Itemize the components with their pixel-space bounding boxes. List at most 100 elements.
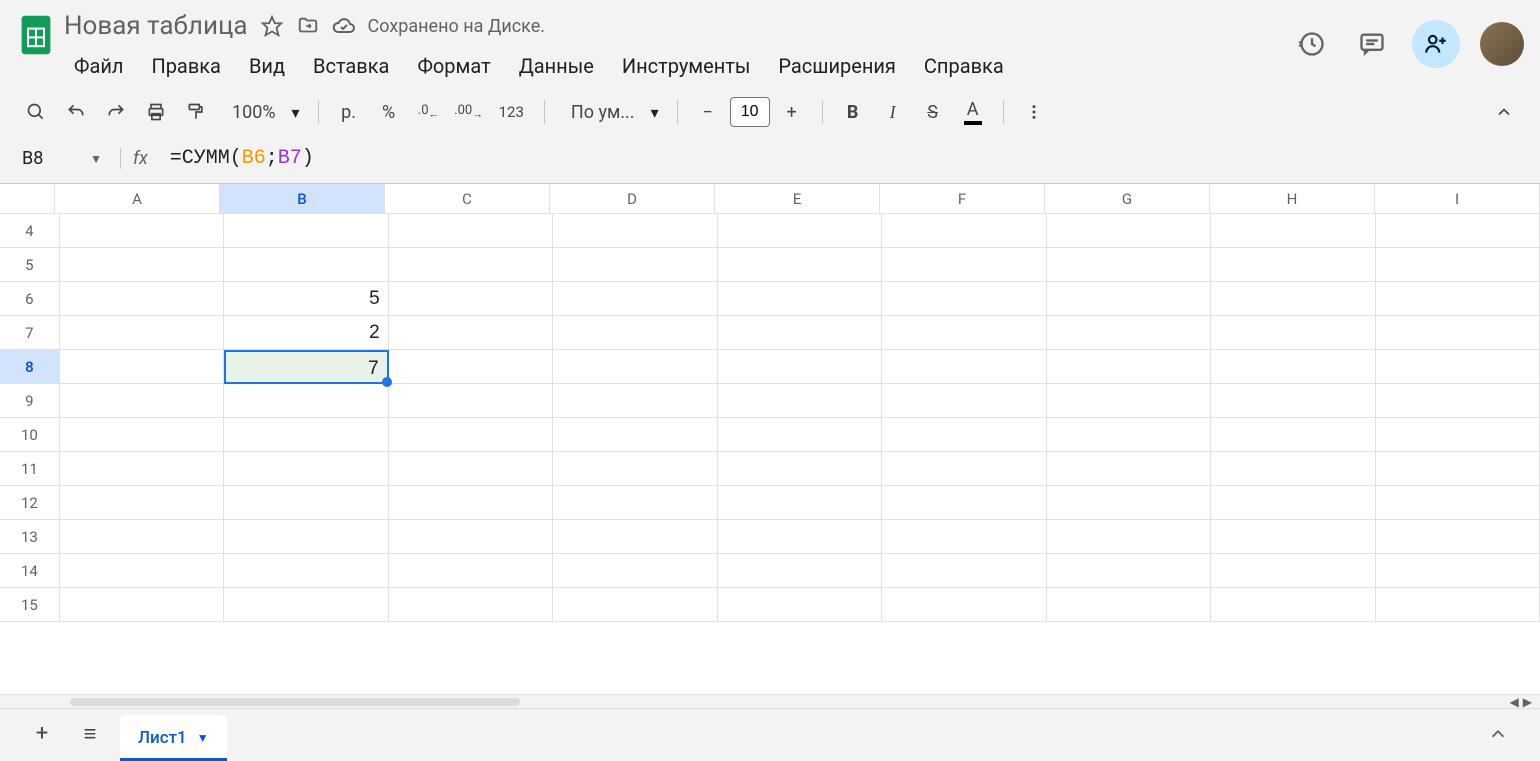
cell[interactable] [882,486,1046,520]
doc-title[interactable]: Новая таблица [64,11,248,41]
cell[interactable] [1211,520,1375,554]
cell[interactable] [60,384,224,418]
row-header[interactable]: 6 [0,282,60,316]
cell[interactable] [389,486,553,520]
cell[interactable] [224,452,388,486]
cell[interactable] [882,248,1046,282]
text-color-button[interactable]: A [955,94,991,130]
cell[interactable] [389,384,553,418]
menu-view[interactable]: Вид [239,48,295,84]
cell[interactable] [1376,214,1540,248]
name-box[interactable]: B8 ▼ [12,144,112,173]
cell[interactable]: 5 [224,282,388,316]
cell[interactable] [1211,554,1375,588]
cell[interactable] [718,520,882,554]
cell[interactable] [389,248,553,282]
cell[interactable] [1211,282,1375,316]
cell[interactable] [553,350,717,384]
cell[interactable] [60,588,224,622]
cell[interactable]: 2 [224,316,388,350]
cell[interactable] [553,214,717,248]
cell[interactable] [553,554,717,588]
row-header[interactable]: 9 [0,384,60,418]
cell[interactable] [389,418,553,452]
cell[interactable] [224,384,388,418]
cell[interactable] [882,316,1046,350]
scroll-left-icon[interactable]: ◀ [1510,695,1519,709]
sheet-tab-active[interactable]: Лист1 ▼ [120,715,227,761]
cell[interactable] [1376,588,1540,622]
cell[interactable] [882,350,1046,384]
number-format-button[interactable]: 123 [491,94,532,130]
cell[interactable] [1376,418,1540,452]
row-header[interactable]: 10 [0,418,60,452]
currency-button[interactable]: р. [331,94,367,130]
cell[interactable] [1211,316,1375,350]
cell[interactable] [60,316,224,350]
history-icon[interactable] [1292,24,1332,64]
cell[interactable] [553,418,717,452]
collapse-toolbar-icon[interactable] [1486,94,1522,130]
column-header[interactable]: G [1045,184,1210,213]
select-all-corner[interactable] [0,184,55,213]
strikethrough-button[interactable]: S [915,94,951,130]
cell[interactable] [224,588,388,622]
cell[interactable] [1047,248,1211,282]
redo-icon[interactable] [98,94,134,130]
cell[interactable] [718,588,882,622]
menu-extensions[interactable]: Расширения [768,48,905,84]
cell[interactable] [553,316,717,350]
cell[interactable] [553,248,717,282]
all-sheets-button[interactable]: ≡ [72,716,108,752]
column-header[interactable]: E [715,184,880,213]
cell[interactable] [718,418,882,452]
cell[interactable] [389,520,553,554]
cell[interactable] [1047,418,1211,452]
cell[interactable] [389,316,553,350]
undo-icon[interactable] [58,94,94,130]
cell[interactable] [718,452,882,486]
cell[interactable] [553,520,717,554]
more-toolbar-icon[interactable] [1016,94,1052,130]
cell[interactable] [1376,248,1540,282]
cell[interactable] [224,554,388,588]
row-header[interactable]: 4 [0,214,60,248]
cell[interactable] [1376,452,1540,486]
bold-button[interactable]: B [835,94,871,130]
cell[interactable] [882,554,1046,588]
menu-insert[interactable]: Вставка [303,48,399,84]
share-button[interactable] [1412,20,1460,68]
cell[interactable] [1376,554,1540,588]
comments-icon[interactable] [1352,24,1392,64]
cell[interactable] [60,350,224,384]
star-icon[interactable] [260,14,284,38]
column-header[interactable]: I [1375,184,1540,213]
column-header[interactable]: H [1210,184,1375,213]
cell[interactable] [60,248,224,282]
menu-help[interactable]: Справка [914,48,1014,84]
cell[interactable] [882,282,1046,316]
menu-tools[interactable]: Инструменты [612,48,761,84]
cell[interactable] [882,214,1046,248]
move-folder-icon[interactable] [296,14,320,38]
cell[interactable] [553,588,717,622]
cell[interactable] [1376,486,1540,520]
cell[interactable] [1047,520,1211,554]
cell[interactable] [389,214,553,248]
cell[interactable] [1211,384,1375,418]
scrollbar-thumb[interactable] [70,698,520,706]
formula-input[interactable]: =СУММ(B6;B7) [168,145,1528,172]
cell[interactable] [1047,588,1211,622]
explore-button[interactable] [1480,716,1516,752]
cell[interactable] [1376,384,1540,418]
scroll-right-icon[interactable]: ▶ [1523,695,1532,709]
cell[interactable] [60,452,224,486]
horizontal-scrollbar[interactable]: ◀▶ [0,694,1540,708]
cell[interactable] [389,452,553,486]
cell[interactable] [553,282,717,316]
zoom-dropdown[interactable]: 100% ▾ [218,102,306,123]
cell[interactable] [1047,554,1211,588]
row-header[interactable]: 14 [0,554,60,588]
cell[interactable] [60,214,224,248]
cell[interactable] [389,282,553,316]
